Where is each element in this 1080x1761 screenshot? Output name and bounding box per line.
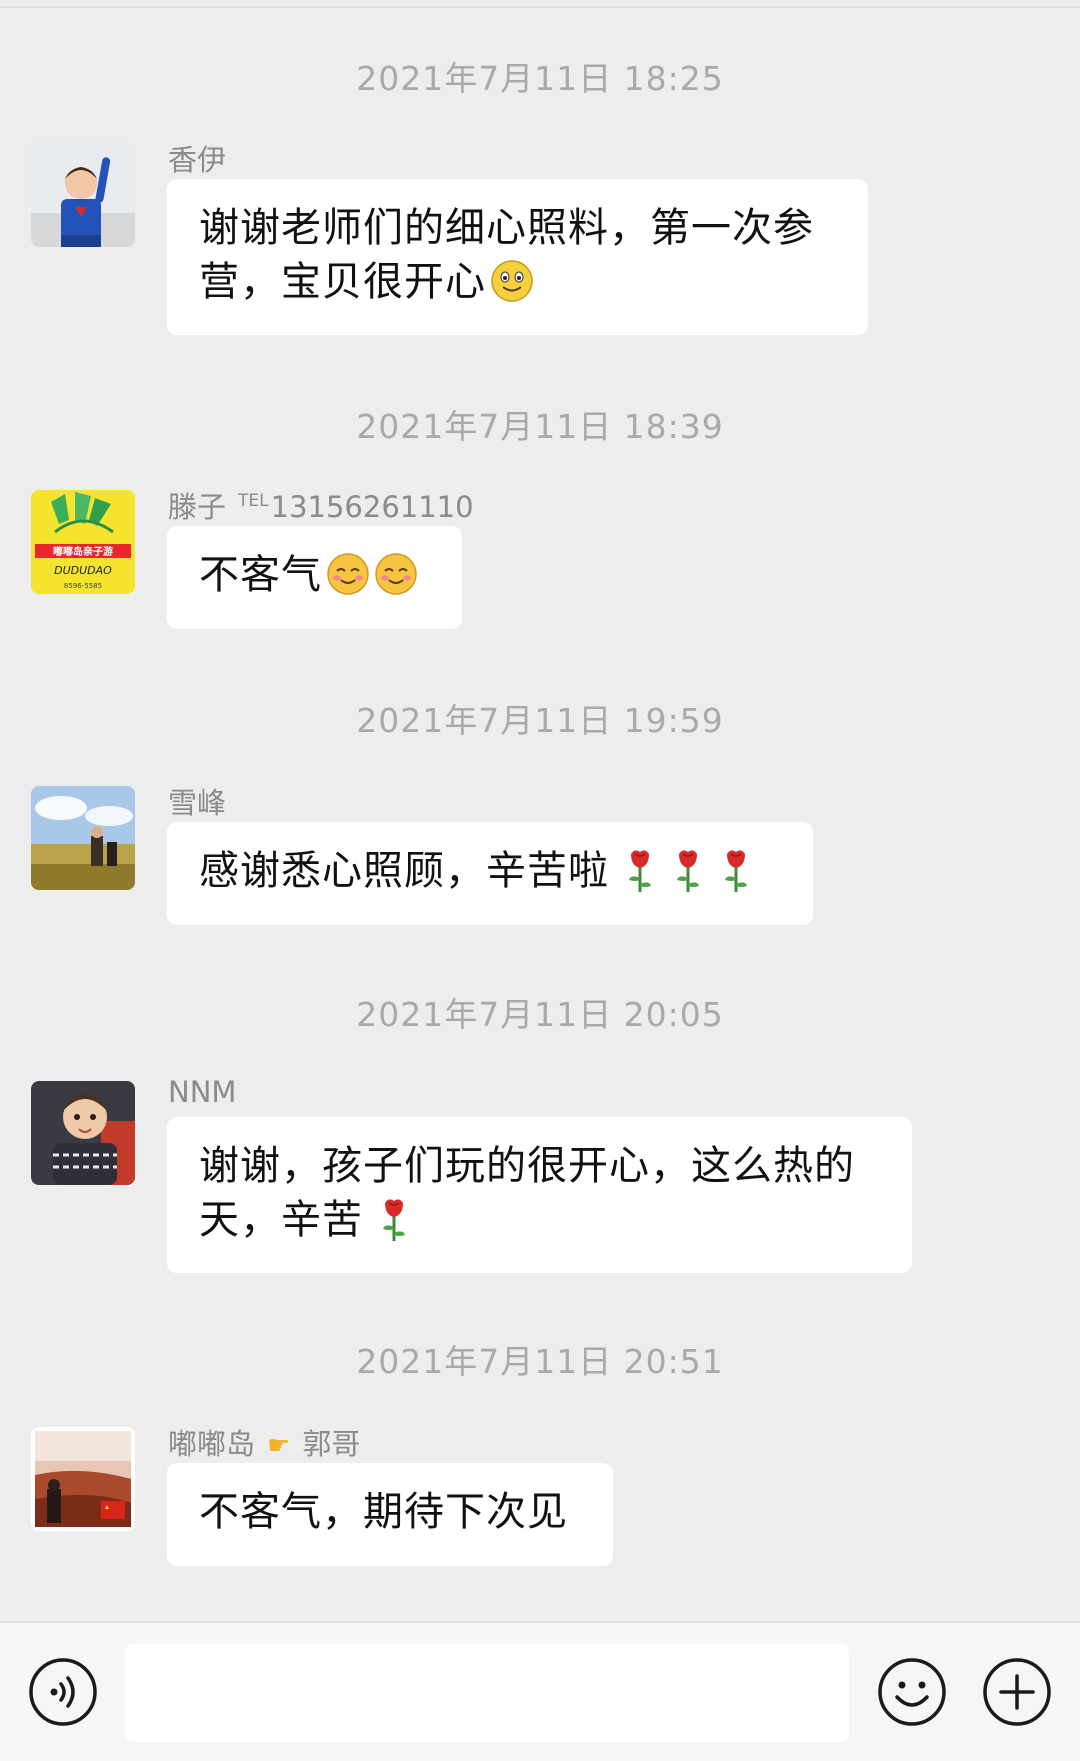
rose-emoji-icon bbox=[677, 850, 699, 892]
input-bar bbox=[0, 1621, 1080, 1761]
message-text: 不客气，期待下次见 bbox=[199, 1489, 568, 1535]
message-line: 谢谢，孩子们玩的很开心，这么热的 bbox=[199, 1143, 855, 1189]
rose-emoji-icon bbox=[725, 850, 747, 892]
avatar[interactable]: 嘟嘟岛亲子游 DUDUDAO 8596-5585 bbox=[31, 490, 135, 594]
pointing-right-emoji-icon: ☛ bbox=[267, 1431, 291, 1461]
avatar[interactable] bbox=[31, 143, 135, 247]
more-actions-button[interactable] bbox=[982, 1657, 1052, 1727]
message-bubble[interactable]: 感谢悉心照顾，辛苦啦 bbox=[167, 822, 813, 925]
tel-label: TEL bbox=[238, 491, 269, 512]
sender-name: 香伊 bbox=[168, 143, 227, 177]
message-line-with-emoji: 营，宝贝很开心 bbox=[199, 255, 836, 309]
message-bubble[interactable]: 谢谢老师们的细心照料，第一次参 营，宝贝很开心 bbox=[167, 179, 868, 335]
timestamp: 2021年7月11日 20:51 bbox=[356, 1342, 724, 1381]
sender-name-text: 滕子 bbox=[168, 490, 227, 524]
blush-emoji-icon bbox=[327, 553, 369, 595]
message-bubble[interactable]: 不客气 bbox=[167, 526, 462, 629]
chat-screen: 2021年7月11日 18:25 香伊 谢谢老师们的细心照料，第一次参 营，宝贝… bbox=[0, 0, 1080, 1761]
message-line: 营，宝贝很开心 bbox=[199, 259, 486, 305]
rose-emoji-icon bbox=[629, 850, 651, 892]
message-bubble[interactable]: 谢谢，孩子们玩的很开心，这么热的 天，辛苦 bbox=[167, 1117, 912, 1273]
timestamp: 2021年7月11日 20:05 bbox=[356, 995, 724, 1034]
timestamp: 2021年7月11日 18:25 bbox=[356, 59, 724, 98]
message-text: 感谢悉心照顾，辛苦啦 bbox=[199, 848, 609, 894]
logo-text: 8596-5585 bbox=[64, 582, 102, 590]
message-list[interactable]: 2021年7月11日 18:25 香伊 谢谢老师们的细心照料，第一次参 营，宝贝… bbox=[0, 0, 1080, 1620]
voice-button[interactable] bbox=[28, 1657, 98, 1727]
voice-icon bbox=[29, 1658, 97, 1726]
logo-text: 嘟嘟岛亲子游 bbox=[53, 545, 113, 558]
avatar[interactable] bbox=[31, 1427, 135, 1531]
message-line-with-emoji: 天，辛苦 bbox=[199, 1193, 880, 1247]
emoji-icon bbox=[878, 1658, 946, 1726]
blush-emoji-icon bbox=[375, 553, 417, 595]
message-line: 天，辛苦 bbox=[199, 1197, 363, 1243]
message-input[interactable] bbox=[125, 1644, 849, 1742]
logo-text: DUDUDAO bbox=[54, 564, 112, 577]
smile-emoji-icon bbox=[491, 260, 533, 302]
rose-emoji-icon bbox=[383, 1199, 405, 1241]
sender-name: 滕子 TEL13156261110 bbox=[168, 484, 474, 526]
avatar[interactable] bbox=[31, 1081, 135, 1185]
message-text: 不客气 bbox=[199, 552, 322, 598]
message-line: 谢谢老师们的细心照料，第一次参 bbox=[199, 205, 814, 251]
avatar[interactable] bbox=[31, 786, 135, 890]
plus-icon bbox=[983, 1658, 1051, 1726]
message-bubble[interactable]: 不客气，期待下次见 bbox=[167, 1463, 613, 1566]
sender-name-text: 嘟嘟岛 bbox=[168, 1427, 256, 1461]
sender-name-text: 郭哥 bbox=[302, 1427, 361, 1461]
sender-tel: 13156261110 bbox=[270, 490, 474, 524]
timestamp: 2021年7月11日 18:39 bbox=[356, 407, 724, 446]
emoji-button[interactable] bbox=[877, 1657, 947, 1727]
sender-name: 嘟嘟岛 ☛ 郭哥 bbox=[168, 1421, 360, 1463]
timestamp: 2021年7月11日 19:59 bbox=[356, 701, 724, 740]
sender-name: 雪峰 bbox=[168, 786, 227, 820]
sender-name: NNM bbox=[168, 1075, 237, 1109]
